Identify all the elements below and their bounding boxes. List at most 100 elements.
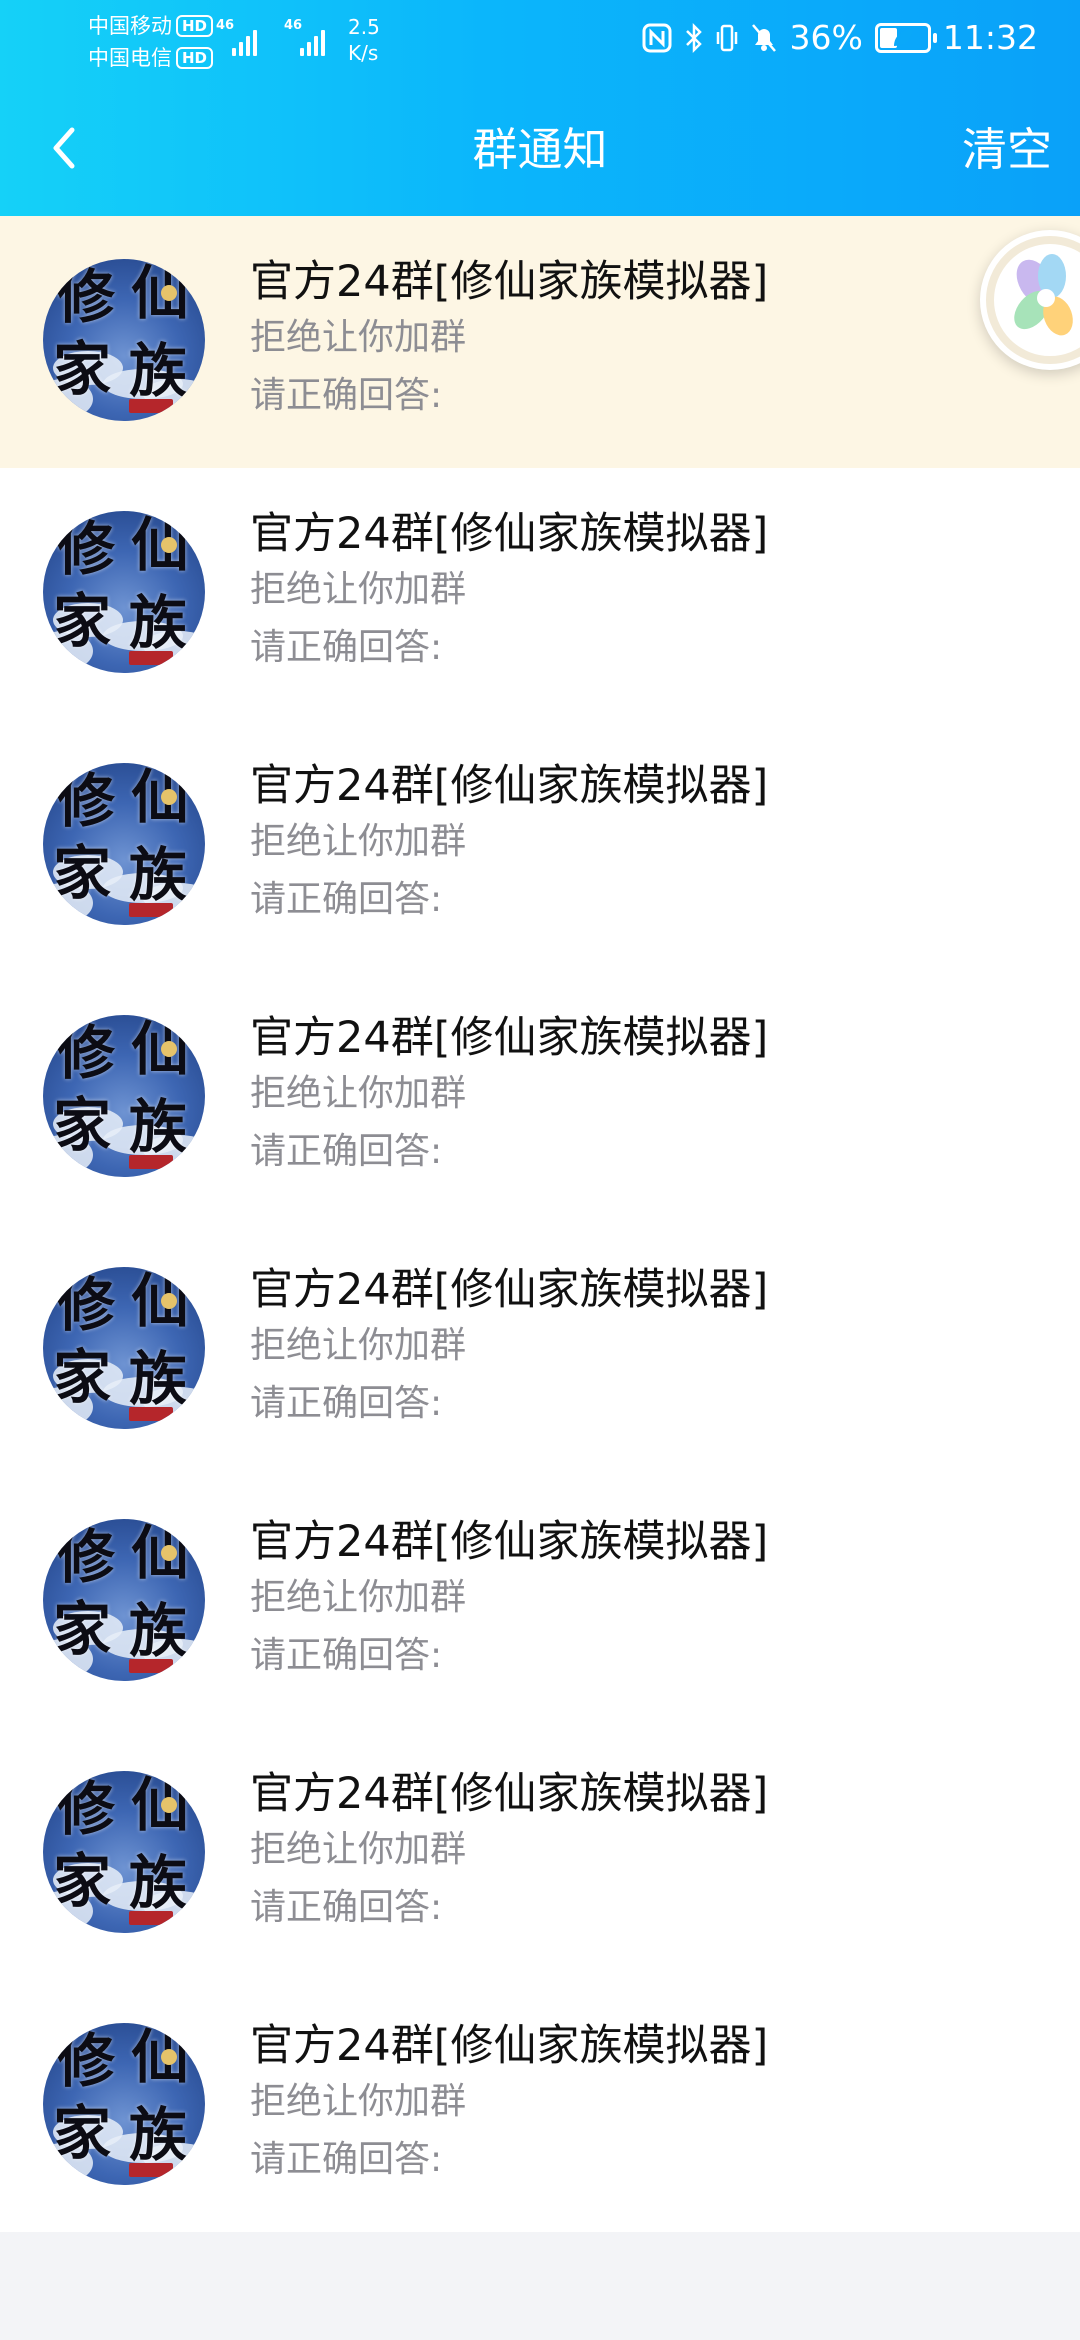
avatar-glyph: 仙 [131, 259, 190, 327]
notification-item[interactable]: 修仙家族官方24群[修仙家族模拟器] 拒绝让你加群 请正确回答: [0, 1728, 1080, 1980]
avatar-glyph: 家 [53, 1847, 112, 1915]
clear-button[interactable]: 清空 [962, 120, 1052, 180]
battery-icon [874, 22, 937, 53]
notification-title: 官方24群[修仙家族模拟器] [250, 1013, 769, 1063]
moon-icon [161, 789, 177, 805]
notification-answer-prompt: 请正确回答: [250, 879, 443, 920]
header: 中国移动 HD 中国电信 HD 46 46 2.5 K/s 36% 11:32 … [0, 0, 1080, 216]
power-saving-leaf-icon [893, 29, 912, 46]
network-speed: 2.5 K/s [348, 14, 380, 66]
group-avatar: 修仙家族 [43, 511, 205, 673]
group-avatar: 修仙家族 [43, 763, 205, 925]
carrier-1: 中国移动 [88, 14, 172, 38]
group-avatar: 修仙家族 [43, 1015, 205, 1177]
network-speed-value: 2.5 [348, 15, 380, 39]
notification-title: 官方24群[修仙家族模拟器] [250, 509, 769, 559]
network-speed-unit: K/s [348, 41, 379, 65]
avatar-glyph: 仙 [131, 763, 190, 831]
avatar-glyph: 族 [129, 2101, 188, 2169]
page-title: 群通知 [472, 123, 608, 176]
avatar-glyph: 族 [129, 841, 188, 909]
avatar-glyph: 族 [129, 589, 188, 657]
group-avatar: 修仙家族 [43, 2023, 205, 2185]
seal-icon [129, 2163, 173, 2177]
nav-bar: 群通知 清空 [0, 96, 1080, 204]
avatar-glyph: 仙 [131, 1015, 190, 1083]
notification-item[interactable]: 修仙家族官方24群[修仙家族模拟器] 拒绝让你加群 请正确回答: [0, 216, 1080, 468]
avatar-glyph: 修 [57, 2027, 116, 2095]
notification-answer-prompt: 请正确回答: [250, 627, 443, 668]
avatar-glyph: 仙 [131, 1267, 190, 1335]
notification-title: 官方24群[修仙家族模拟器] [250, 257, 769, 307]
carrier-info: 中国移动 HD 中国电信 HD [88, 10, 214, 74]
avatar-glyph: 修 [57, 515, 116, 583]
avatar-glyph: 家 [53, 2099, 112, 2167]
notification-answer-prompt: 请正确回答: [250, 375, 443, 416]
avatar-glyph: 族 [129, 1849, 188, 1917]
avatar-glyph: 仙 [131, 511, 190, 579]
notification-title: 官方24群[修仙家族模拟器] [250, 761, 769, 811]
moon-icon [161, 1041, 177, 1057]
notification-item[interactable]: 修仙家族官方24群[修仙家族模拟器] 拒绝让你加群 请正确回答: [0, 972, 1080, 1224]
notification-item[interactable]: 修仙家族官方24群[修仙家族模拟器] 拒绝让你加群 请正确回答: [0, 1224, 1080, 1476]
battery-percent: 36% [789, 18, 863, 57]
avatar-glyph: 族 [129, 1345, 188, 1413]
moon-icon [161, 1545, 177, 1561]
moon-icon [161, 285, 177, 301]
notification-status: 拒绝让你加群 [250, 1073, 467, 1114]
notification-status: 拒绝让你加群 [250, 1577, 467, 1618]
notification-item[interactable]: 修仙家族官方24群[修仙家族模拟器] 拒绝让你加群 请正确回答: [0, 1980, 1080, 2232]
notification-status: 拒绝让你加群 [250, 569, 467, 610]
nfc-icon [642, 23, 672, 52]
seal-icon [129, 903, 173, 917]
group-avatar: 修仙家族 [43, 1771, 205, 1933]
signal-strength-icon: 46 [284, 18, 334, 56]
seal-icon [129, 1407, 173, 1421]
notification-list: 修仙家族官方24群[修仙家族模拟器] 拒绝让你加群 请正确回答: 修仙家族官方24群[… [0, 216, 1080, 2232]
signal-strength-icon: 46 [216, 18, 266, 56]
notification-title: 官方24群[修仙家族模拟器] [250, 1517, 769, 1567]
avatar-glyph: 修 [57, 1523, 116, 1591]
status-bar: 中国移动 HD 中国电信 HD 46 46 2.5 K/s 36% 11:32 [0, 0, 1080, 84]
avatar-glyph: 家 [53, 1343, 112, 1411]
notification-status: 拒绝让你加群 [250, 1829, 467, 1870]
clock: 11:32 [942, 18, 1038, 57]
notification-item[interactable]: 修仙家族官方24群[修仙家族模拟器] 拒绝让你加群 请正确回答: [0, 1476, 1080, 1728]
avatar-glyph: 仙 [131, 1519, 190, 1587]
avatar-glyph: 家 [53, 839, 112, 907]
notification-status: 拒绝让你加群 [250, 317, 467, 358]
avatar-glyph: 族 [129, 1597, 188, 1665]
floating-widget[interactable] [980, 230, 1080, 370]
bluetooth-icon [685, 22, 702, 53]
avatar-glyph: 家 [53, 1595, 112, 1663]
seal-icon [129, 651, 173, 665]
notification-answer-prompt: 请正确回答: [250, 1131, 443, 1172]
avatar-glyph: 修 [57, 1775, 116, 1843]
carrier-2: 中国电信 [88, 46, 172, 70]
avatar-glyph: 族 [129, 337, 188, 405]
avatar-glyph: 修 [57, 767, 116, 835]
hd-badge-1: HD [176, 15, 214, 37]
hd-badge-2: HD [176, 47, 214, 69]
avatar-glyph: 家 [53, 587, 112, 655]
seal-icon [129, 399, 173, 413]
notification-title: 官方24群[修仙家族模拟器] [250, 1769, 769, 1819]
avatar-glyph: 仙 [131, 1771, 190, 1839]
notification-item[interactable]: 修仙家族官方24群[修仙家族模拟器] 拒绝让你加群 请正确回答: [0, 468, 1080, 720]
avatar-glyph: 修 [57, 1271, 116, 1339]
notification-status: 拒绝让你加群 [250, 821, 467, 862]
status-right: 36% 11:32 [642, 18, 1038, 57]
avatar-glyph: 仙 [131, 2023, 190, 2091]
group-avatar: 修仙家族 [43, 1519, 205, 1681]
notification-item[interactable]: 修仙家族官方24群[修仙家族模拟器] 拒绝让你加群 请正确回答: [0, 720, 1080, 972]
moon-icon [161, 2049, 177, 2065]
avatar-glyph: 族 [129, 1093, 188, 1161]
moon-icon [161, 1797, 177, 1813]
bell-muted-icon [751, 23, 776, 52]
moon-icon [161, 537, 177, 553]
flower-icon [986, 236, 1080, 364]
notification-status: 拒绝让你加群 [250, 1325, 467, 1366]
group-avatar: 修仙家族 [43, 1267, 205, 1429]
notification-answer-prompt: 请正确回答: [250, 1635, 443, 1676]
moon-icon [161, 1293, 177, 1309]
